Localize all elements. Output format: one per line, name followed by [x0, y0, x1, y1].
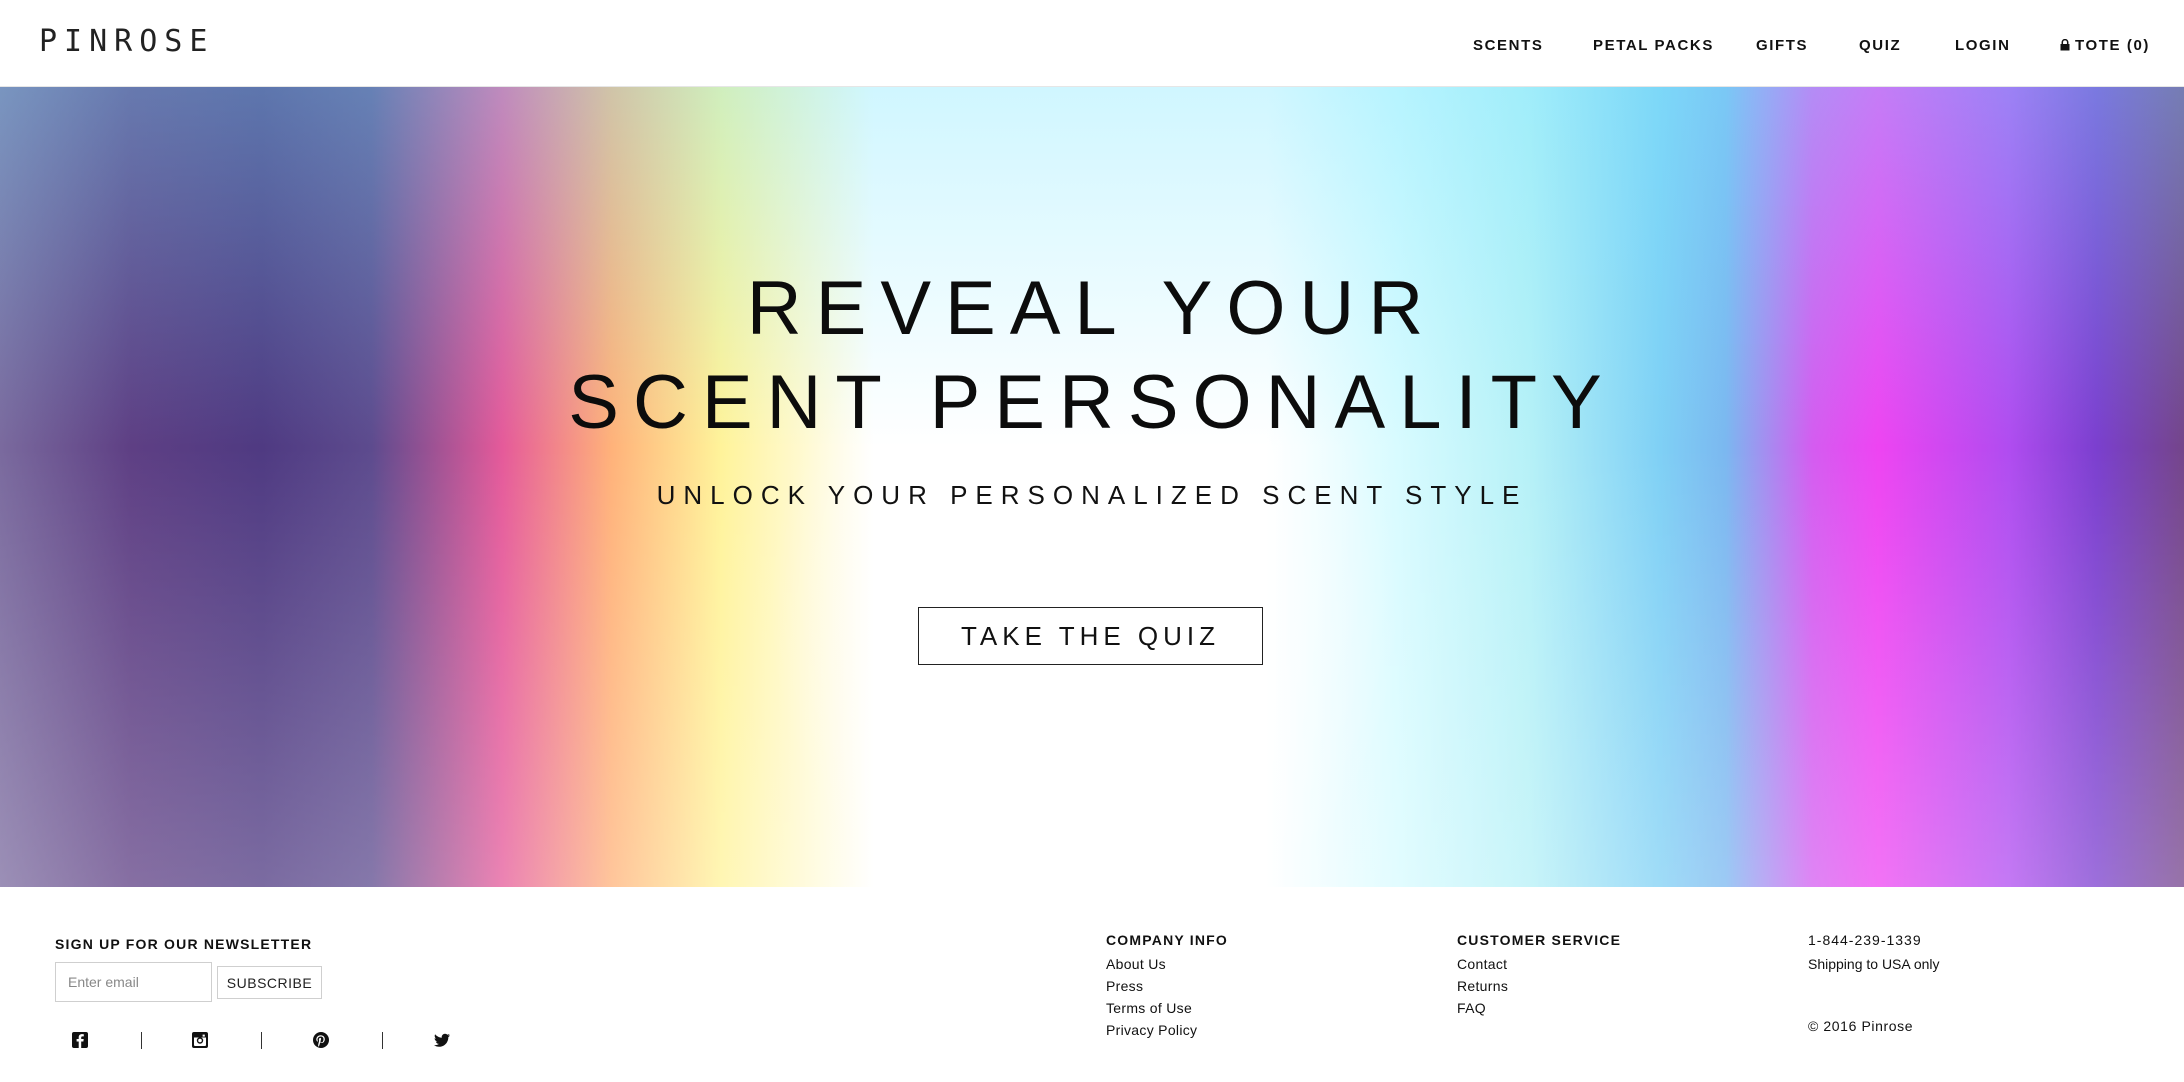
nav-tote[interactable]: TOTE (0) — [2060, 37, 2150, 54]
lock-icon — [2060, 39, 2070, 51]
subscribe-button[interactable]: SUBSCRIBE — [217, 966, 322, 999]
footer-link-privacy-policy[interactable]: Privacy Policy — [1106, 1019, 1228, 1041]
contact-column: 1-844-239-1339 Shipping to USA only — [1808, 931, 1940, 975]
hero-banner: REVEAL YOUR SCENT PERSONALITY UNLOCK YOU… — [0, 87, 2184, 887]
social-divider — [141, 1032, 142, 1049]
nav-quiz[interactable]: QUIZ — [1859, 37, 1901, 54]
customer-service-title: CUSTOMER SERVICE — [1457, 932, 1622, 948]
company-info-title: COMPANY INFO — [1106, 932, 1228, 948]
hero-title: REVEAL YOUR SCENT PERSONALITY — [0, 262, 2184, 450]
footer-link-about-us[interactable]: About Us — [1106, 953, 1228, 975]
twitter-icon[interactable] — [432, 1030, 452, 1050]
company-info-column: COMPANY INFO About Us Press Terms of Use… — [1106, 931, 1228, 1041]
site-header: PINROSE SCENTS PETAL PACKS GIFTS QUIZ LO… — [0, 0, 2184, 87]
newsletter-email-input[interactable] — [55, 962, 212, 1002]
footer-link-terms-of-use[interactable]: Terms of Use — [1106, 997, 1228, 1019]
hero-title-line1: REVEAL YOUR — [746, 266, 1438, 351]
nav-scents[interactable]: SCENTS — [1473, 37, 1543, 54]
pinterest-icon[interactable] — [311, 1030, 331, 1050]
shipping-note: Shipping to USA only — [1808, 956, 1940, 972]
customer-service-column: CUSTOMER SERVICE Contact Returns FAQ — [1457, 931, 1621, 1019]
footer-link-faq[interactable]: FAQ — [1457, 997, 1621, 1019]
nav-gifts[interactable]: GIFTS — [1756, 37, 1808, 54]
social-divider — [261, 1032, 262, 1049]
tote-label: TOTE (0) — [2075, 37, 2151, 54]
copyright: © 2016 Pinrose — [1808, 1018, 1914, 1034]
take-quiz-button[interactable]: TAKE THE QUIZ — [918, 607, 1263, 665]
facebook-icon[interactable] — [70, 1030, 90, 1050]
site-footer: SIGN UP FOR OUR NEWSLETTER SUBSCRIBE COM… — [0, 888, 2184, 1082]
footer-link-press[interactable]: Press — [1106, 975, 1228, 997]
instagram-icon[interactable] — [190, 1030, 210, 1050]
hero-title-line2: SCENT PERSONALITY — [568, 360, 1616, 445]
nav-login[interactable]: LOGIN — [1955, 37, 2011, 54]
footer-link-returns[interactable]: Returns — [1457, 975, 1621, 997]
newsletter-title: SIGN UP FOR OUR NEWSLETTER — [55, 936, 313, 952]
social-divider — [382, 1032, 383, 1049]
nav-petal-packs[interactable]: PETAL PACKS — [1593, 37, 1714, 54]
phone-number[interactable]: 1-844-239-1339 — [1808, 931, 1940, 949]
main-nav: SCENTS PETAL PACKS GIFTS QUIZ LOGIN TOTE… — [0, 37, 2184, 57]
hero-subtitle: UNLOCK YOUR PERSONALIZED SCENT STYLE — [656, 480, 1528, 510]
footer-link-contact[interactable]: Contact — [1457, 953, 1621, 975]
